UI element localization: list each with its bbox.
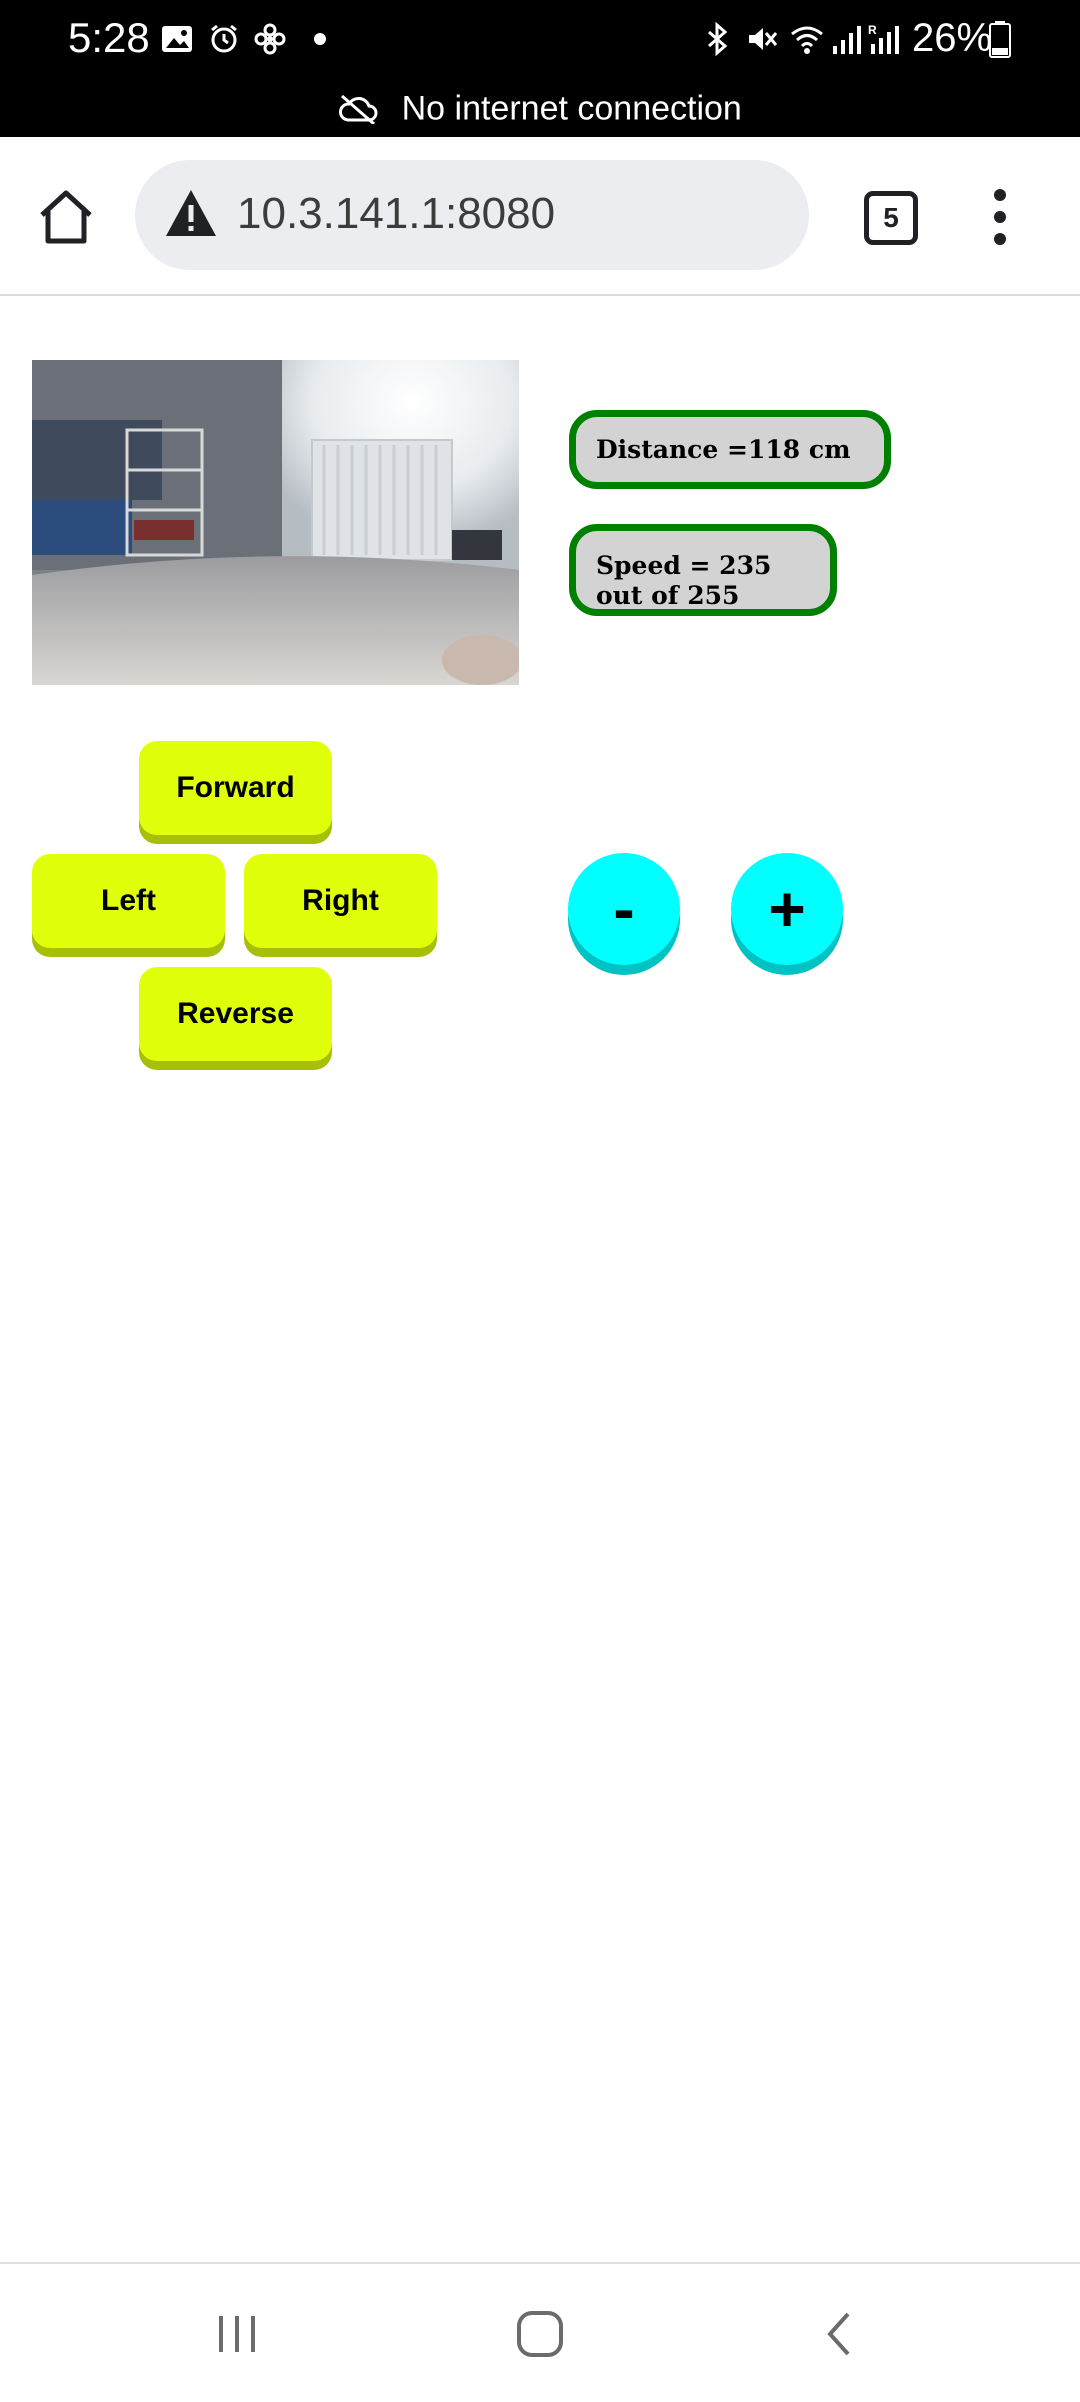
browser-toolbar: 10.3.141.1:8080 5 (0, 137, 1080, 296)
fan-icon (254, 23, 286, 55)
warning-icon[interactable] (165, 188, 217, 238)
camera-feed-picture (32, 360, 519, 685)
speed-readout: Speed = 235 out of 255 (569, 524, 837, 616)
network-status: No internet connection (0, 88, 1080, 129)
home-icon[interactable] (36, 187, 96, 247)
distance-readout: Distance =118 cm (569, 410, 891, 489)
mute-icon (749, 28, 778, 50)
url-text[interactable]: 10.3.141.1:8080 (237, 189, 555, 239)
tab-switcher-button[interactable]: 5 (864, 191, 918, 245)
forward-button[interactable]: Forward (139, 741, 332, 835)
wifi-icon (791, 26, 823, 54)
battery-icon (989, 21, 1011, 58)
home-nav-icon[interactable] (510, 2304, 570, 2364)
system-nav-bar (0, 2262, 1080, 2402)
speed-down-button[interactable]: - (568, 853, 680, 965)
gallery-icon (162, 26, 192, 52)
reverse-button[interactable]: Reverse (139, 967, 332, 1061)
signal-icon (833, 26, 861, 54)
cloud-off-icon (339, 94, 378, 126)
dot-icon (314, 33, 326, 45)
menu-icon[interactable] (985, 185, 1015, 249)
camera-feed-image (32, 360, 519, 685)
battery-percentage: 26% (912, 16, 993, 60)
address-bar[interactable]: 10.3.141.1:8080 (135, 160, 809, 270)
bluetooth-icon (708, 22, 728, 56)
back-icon[interactable] (810, 2304, 870, 2364)
status-time: 5:28 (68, 14, 150, 61)
status-bar: 5:28 R 26% No internet connection (0, 0, 1080, 137)
recents-icon[interactable] (207, 2304, 267, 2364)
speed-up-button[interactable]: + (731, 853, 843, 965)
network-message: No internet connection (401, 89, 742, 128)
right-button[interactable]: Right (244, 854, 437, 948)
left-button[interactable]: Left (32, 854, 225, 948)
roaming-signal-icon: R (868, 23, 899, 54)
alarm-icon (211, 24, 237, 53)
svg-text:R: R (868, 23, 877, 37)
